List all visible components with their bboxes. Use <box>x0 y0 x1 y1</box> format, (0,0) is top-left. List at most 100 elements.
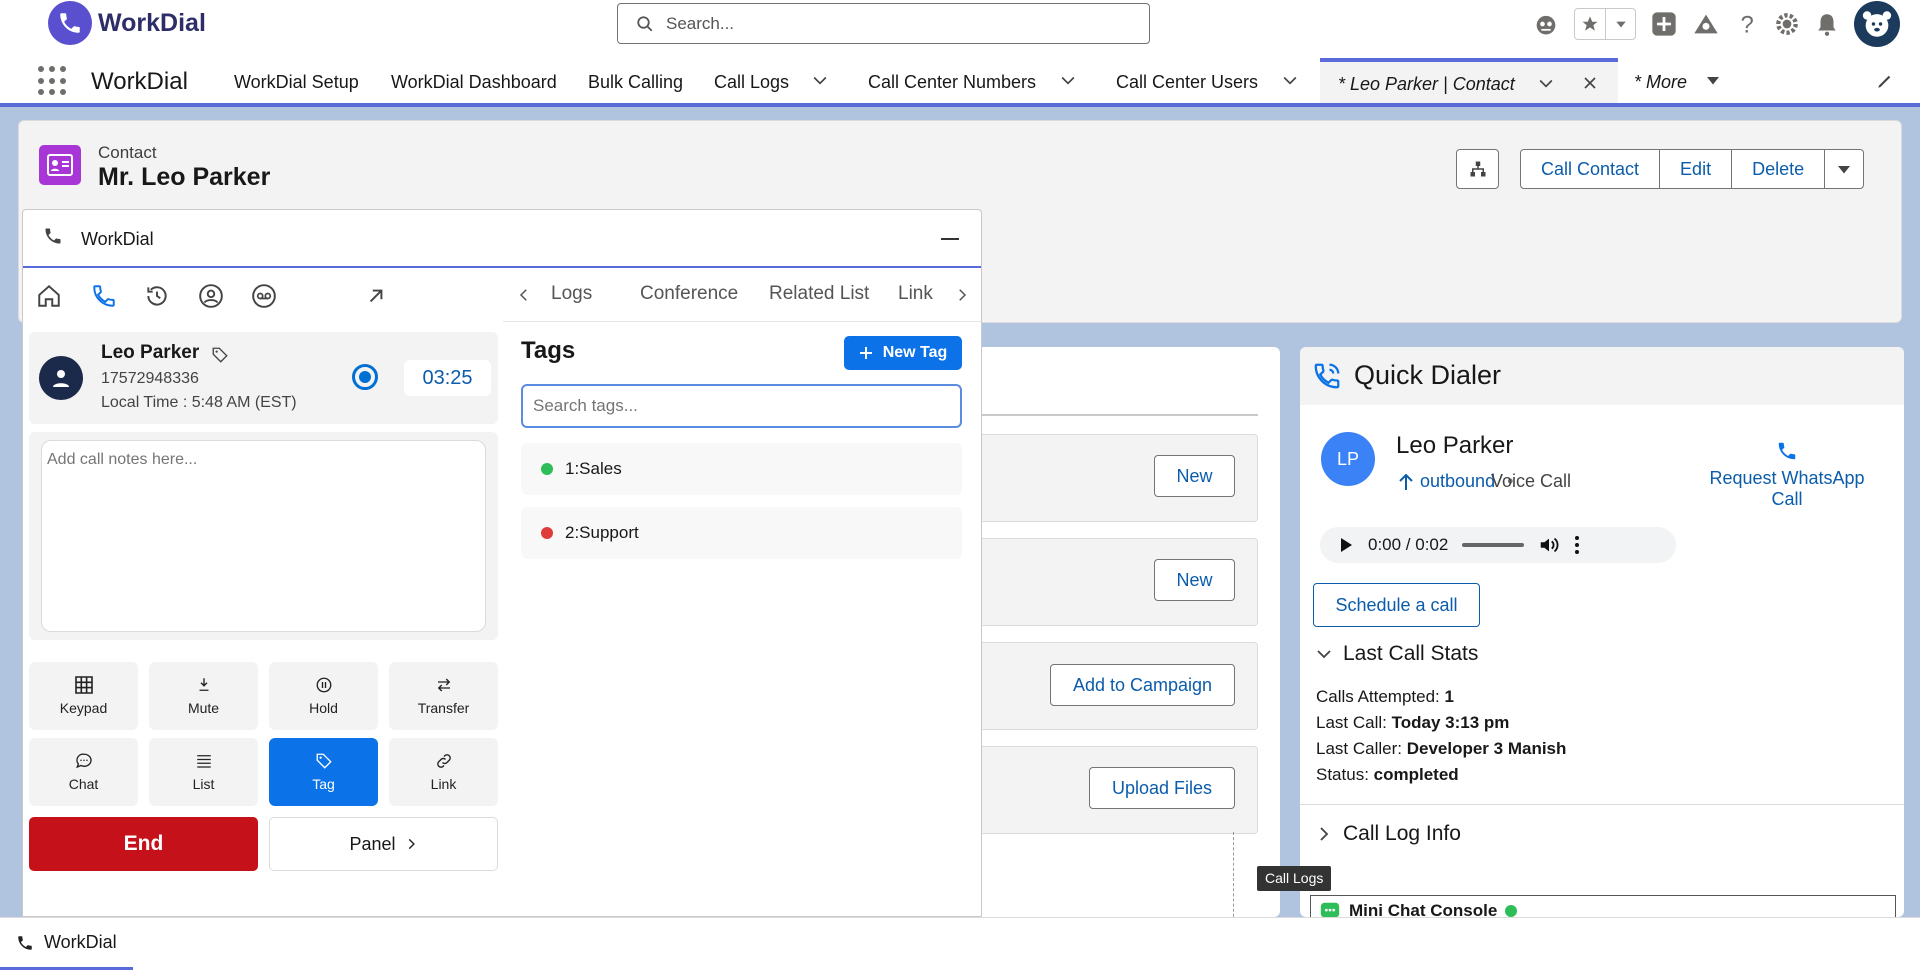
stat-calls-attempted: Calls Attempted: 1 <box>1316 687 1454 706</box>
list-button[interactable]: List <box>149 738 258 806</box>
stat-last-caller: Last Caller: Developer 3 Manish <box>1316 739 1567 758</box>
new-button[interactable]: New <box>1154 455 1235 497</box>
history-icon[interactable] <box>144 283 170 309</box>
add-to-campaign-button[interactable]: Add to Campaign <box>1050 664 1235 706</box>
chevron-right-icon[interactable] <box>953 286 971 304</box>
nav-item-call-logs[interactable]: Call Logs <box>714 72 789 93</box>
nav-item-call-center-numbers[interactable]: Call Center Numbers <box>868 72 1036 93</box>
arrow-up-icon <box>1399 473 1413 490</box>
call-notes-input[interactable] <box>41 440 486 632</box>
tag-color-dot <box>541 463 553 475</box>
tag-item-support[interactable]: 2:Support <box>521 507 962 559</box>
chevron-left-icon[interactable] <box>515 286 533 304</box>
edit-nav-icon[interactable] <box>1876 72 1894 90</box>
tag-icon[interactable] <box>211 346 229 364</box>
chevron-right-icon <box>1320 827 1329 841</box>
transfer-button[interactable]: Transfer <box>389 662 498 730</box>
audio-time: 0:00 / 0:02 <box>1368 535 1449 554</box>
tag-item-sales[interactable]: 1:Sales <box>521 443 962 495</box>
phone-icon <box>1778 442 1796 460</box>
plus-icon[interactable] <box>1650 10 1678 38</box>
tag-search-input[interactable] <box>521 384 962 428</box>
hold-button[interactable]: Hold <box>269 662 378 730</box>
active-call-card: Leo Parker 17572948336 Local Time : 5:48… <box>29 332 498 424</box>
pause-icon <box>316 677 331 693</box>
app-launcher-icon[interactable] <box>38 66 68 96</box>
audio-progress[interactable] <box>1462 543 1525 547</box>
audio-player: 0:00 / 0:02 <box>1320 527 1676 563</box>
keypad-button[interactable]: Keypad <box>29 662 138 730</box>
record-type: Contact <box>98 143 157 162</box>
chat-button[interactable]: Chat <box>29 738 138 806</box>
hierarchy-button[interactable] <box>1456 149 1499 189</box>
chevron-down-icon[interactable] <box>1280 70 1300 90</box>
trailhead-icon[interactable] <box>1692 10 1720 38</box>
link-button[interactable]: Link <box>389 738 498 806</box>
upload-files-button[interactable]: Upload Files <box>1089 767 1235 809</box>
new-button[interactable]: New <box>1154 559 1235 601</box>
home-icon[interactable] <box>36 283 62 309</box>
new-tag-button[interactable]: New Tag <box>844 336 962 370</box>
request-whatsapp-call-button[interactable]: Request WhatsApp Call <box>1692 440 1882 510</box>
chevron-down-icon[interactable] <box>810 70 830 90</box>
notes-container <box>29 432 498 640</box>
stats-title: Last Call Stats <box>1343 642 1479 665</box>
volume-icon[interactable] <box>1538 534 1560 556</box>
chat-bubble-icon <box>75 753 92 769</box>
file-drop-zone[interactable] <box>976 832 1234 922</box>
contact-icon[interactable] <box>198 283 224 309</box>
panel-button[interactable]: Panel <box>269 817 498 871</box>
tab-related-list[interactable]: Related List <box>769 283 869 305</box>
caller-name: Leo Parker <box>101 342 200 363</box>
whatsapp-label: Request WhatsApp Call <box>1709 468 1865 509</box>
user-avatar[interactable] <box>1854 1 1900 47</box>
mute-button[interactable]: Mute <box>149 662 258 730</box>
schedule-call-button[interactable]: Schedule a call <box>1313 583 1480 627</box>
brand-logo[interactable]: WorkDial <box>48 0 206 46</box>
tab-link[interactable]: Link <box>898 283 933 305</box>
edit-button[interactable]: Edit <box>1659 149 1733 189</box>
delete-button[interactable]: Delete <box>1731 149 1826 189</box>
transfer-icon <box>437 678 450 692</box>
plus-icon <box>859 347 872 359</box>
call-log-info-toggle[interactable]: Call Log Info <box>1315 822 1461 846</box>
link-icon <box>436 754 451 768</box>
star-icon[interactable] <box>1575 9 1605 39</box>
caret-down-icon[interactable] <box>1704 71 1722 89</box>
utility-icons: ? <box>1532 1 1900 47</box>
favorites-dropdown-icon[interactable] <box>1605 9 1635 39</box>
pop-out-icon[interactable] <box>363 283 389 309</box>
tab-logs[interactable]: Logs <box>551 283 592 305</box>
gear-icon[interactable] <box>1774 11 1800 37</box>
nav-item-call-center-users[interactable]: Call Center Users <box>1116 72 1258 93</box>
help-icon[interactable]: ? <box>1734 11 1760 37</box>
utility-item-workdial[interactable]: WorkDial <box>0 918 133 970</box>
bell-icon[interactable] <box>1814 11 1840 37</box>
phone-icon[interactable] <box>91 283 117 309</box>
chevron-down-icon[interactable] <box>1536 73 1556 93</box>
call-log-info-title: Call Log Info <box>1343 822 1461 845</box>
tab-conference[interactable]: Conference <box>640 283 738 305</box>
tag-button[interactable]: Tag <box>269 738 378 806</box>
tab-leo-parker-contact[interactable]: * Leo Parker | Contact <box>1320 58 1618 103</box>
nav-item-workdial-dashboard[interactable]: WorkDial Dashboard <box>391 72 557 93</box>
chevron-down-icon <box>1317 650 1331 659</box>
more-options-icon[interactable] <box>1574 535 1580 555</box>
global-search-input[interactable]: Search... <box>617 3 1150 44</box>
call-contact-button[interactable]: Call Contact <box>1520 149 1661 189</box>
stat-status: Status: completed <box>1316 765 1459 784</box>
play-icon[interactable] <box>1338 537 1354 553</box>
nav-item-bulk-calling[interactable]: Bulk Calling <box>588 72 683 93</box>
chevron-down-icon[interactable] <box>1058 70 1078 90</box>
more-actions-button[interactable] <box>1824 149 1865 189</box>
nav-more[interactable]: * More <box>1634 72 1687 93</box>
end-call-button[interactable]: End <box>29 817 258 871</box>
einstein-icon[interactable] <box>1532 10 1560 38</box>
last-call-stats-toggle[interactable]: Last Call Stats <box>1315 642 1478 666</box>
minimize-icon[interactable] <box>941 238 959 240</box>
caller-number: 17572948336 <box>101 370 199 387</box>
record-icon[interactable] <box>352 364 378 390</box>
nav-item-workdial-setup[interactable]: WorkDial Setup <box>234 72 359 93</box>
close-icon[interactable] <box>1580 73 1600 93</box>
voicemail-icon[interactable] <box>251 283 277 309</box>
